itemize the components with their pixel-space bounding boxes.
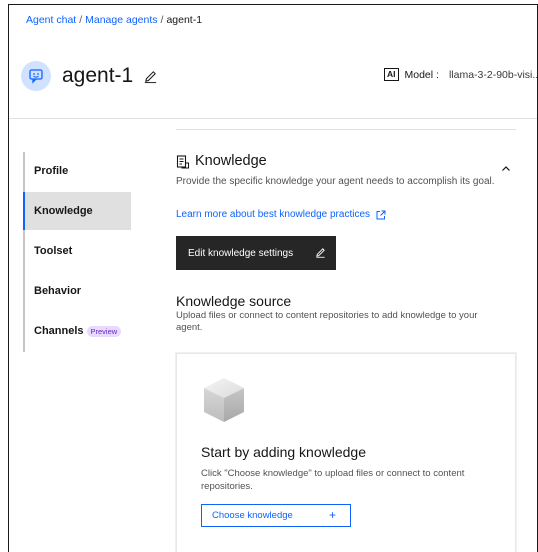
model-selector[interactable]: AI Model : llama-3-2-90b-visi... <box>384 68 538 81</box>
learn-more-label: Learn more about best knowledge practice… <box>176 209 371 220</box>
launch-icon <box>376 210 386 219</box>
breadcrumb: Agent chat / Manage agents / agent-1 <box>26 14 202 26</box>
breadcrumb-agent-chat[interactable]: Agent chat <box>26 14 76 26</box>
document-icon <box>176 155 189 169</box>
chat-bot-icon <box>29 69 43 84</box>
choose-knowledge-button[interactable]: Choose knowledge + <box>201 504 351 527</box>
cube-icon <box>204 378 244 422</box>
knowledge-source-description: Upload files or connect to content repos… <box>176 310 478 333</box>
preview-tag: Preview <box>86 325 122 337</box>
sidebar-item-toolset[interactable]: Toolset <box>25 232 131 270</box>
breadcrumb-current: agent-1 <box>166 14 203 26</box>
pencil-icon[interactable] <box>143 69 158 84</box>
empty-state-description: Click "Choose knowledge" to upload files… <box>201 468 465 492</box>
sidebar-item-channels[interactable]: Channels Preview <box>25 312 131 350</box>
page-header: Agent chat / Manage agents / agent-1 agent-1… <box>9 5 537 119</box>
agent-avatar <box>21 61 51 91</box>
settings-sidebar: Profile Knowledge Toolset Behavior Chann… <box>23 152 131 352</box>
sidebar-item-label: Knowledge <box>34 205 93 217</box>
edit-knowledge-settings-label: Edit knowledge settings <box>188 247 294 259</box>
edit-knowledge-settings-button[interactable]: Edit knowledge settings <box>176 236 336 270</box>
empty-state-card: Start by adding knowledge Click "Choose … <box>176 353 516 552</box>
empty-state-title: Start by adding knowledge <box>201 444 366 460</box>
learn-more-link[interactable]: Learn more about best knowledge practice… <box>176 209 386 220</box>
sidebar-item-profile[interactable]: Profile <box>25 152 131 190</box>
breadcrumb-manage-agents[interactable]: Manage agents <box>85 14 157 26</box>
knowledge-source-title: Knowledge source <box>176 293 292 309</box>
knowledge-description: Provide the specific knowledge your agen… <box>176 176 495 187</box>
sidebar-item-knowledge[interactable]: Knowledge <box>23 192 131 230</box>
sidebar-item-label: Profile <box>34 165 69 177</box>
chevron-up-icon[interactable] <box>501 164 511 174</box>
section-divider <box>176 129 516 130</box>
ai-badge: AI <box>384 68 399 81</box>
sidebar-item-label: Behavior <box>34 285 82 297</box>
sidebar-item-behavior[interactable]: Behavior <box>25 272 131 310</box>
app-window: Agent chat / Manage agents / agent-1 agent-1… <box>8 4 538 552</box>
breadcrumb-separator: / <box>160 14 164 26</box>
choose-knowledge-label: Choose knowledge <box>212 510 293 521</box>
knowledge-title: Knowledge <box>195 153 267 169</box>
breadcrumb-separator: / <box>79 14 83 26</box>
model-label: Model : <box>404 68 439 81</box>
sidebar-item-label: Toolset <box>34 245 73 257</box>
sidebar-item-label: Channels <box>34 325 84 337</box>
pencil-icon <box>316 248 325 258</box>
model-value: llama-3-2-90b-visi... <box>448 68 538 81</box>
add-icon: + <box>328 508 336 522</box>
agent-name: agent-1 <box>62 64 134 87</box>
